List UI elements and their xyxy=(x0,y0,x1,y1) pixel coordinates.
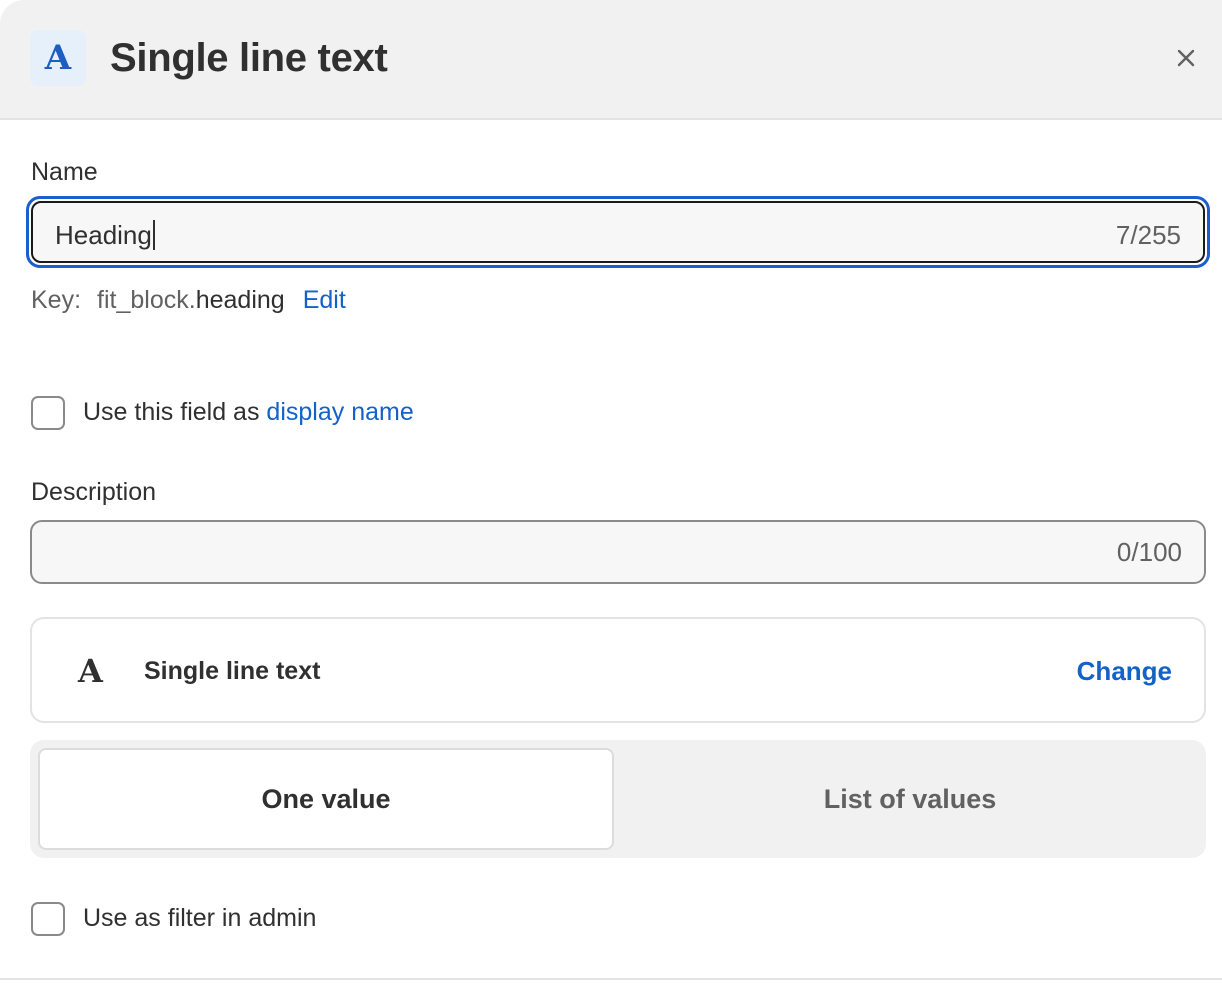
description-label: Description xyxy=(31,478,157,506)
key-row: Key: fit_block. heading Edit xyxy=(31,285,346,315)
text-type-icon: A xyxy=(30,30,86,86)
display-name-link[interactable]: display name xyxy=(266,398,413,426)
one-value-option[interactable]: One value xyxy=(38,748,614,850)
edit-key-link[interactable]: Edit xyxy=(303,285,346,315)
close-button[interactable] xyxy=(1166,38,1206,78)
description-input[interactable]: 0/100 xyxy=(30,520,1206,584)
field-type-card: A Single line text Change xyxy=(30,617,1206,723)
description-char-counter: 0/100 xyxy=(1116,537,1182,567)
display-name-text: Use this field as xyxy=(83,398,267,426)
type-letter-icon: A xyxy=(78,652,103,690)
name-input-text: Heading xyxy=(55,220,152,250)
name-char-counter: 7/255 xyxy=(1115,220,1181,250)
modal-header: A Single line text xyxy=(0,0,1222,120)
field-type-name: Single line text xyxy=(144,657,321,685)
name-input-value[interactable]: Heading xyxy=(55,220,155,250)
key-suffix: heading xyxy=(195,286,285,314)
field-editor-modal: A Single line text Name Heading 7/255 Ke… xyxy=(0,0,1222,986)
text-caret xyxy=(152,220,155,250)
filter-in-admin-checkbox[interactable] xyxy=(31,902,65,936)
change-type-button[interactable]: Change xyxy=(1077,656,1172,686)
footer-divider xyxy=(0,978,1222,980)
display-name-option-text: Use this field as display name xyxy=(83,397,414,427)
name-input[interactable]: Heading 7/255 xyxy=(26,196,1210,268)
list-of-values-option[interactable]: List of values xyxy=(622,748,1198,850)
value-mode-toggle: One value List of values xyxy=(30,740,1206,858)
header-icon-glyph: A xyxy=(44,38,72,78)
key-prefix: fit_block. xyxy=(97,286,196,314)
modal-title: Single line text xyxy=(110,36,388,80)
close-icon xyxy=(1177,49,1195,67)
display-name-checkbox[interactable] xyxy=(31,396,65,430)
filter-in-admin-text: Use as filter in admin xyxy=(83,904,317,932)
key-label: Key: xyxy=(31,286,82,314)
name-label: Name xyxy=(31,158,98,186)
name-input-box[interactable]: Heading 7/255 xyxy=(31,201,1205,263)
